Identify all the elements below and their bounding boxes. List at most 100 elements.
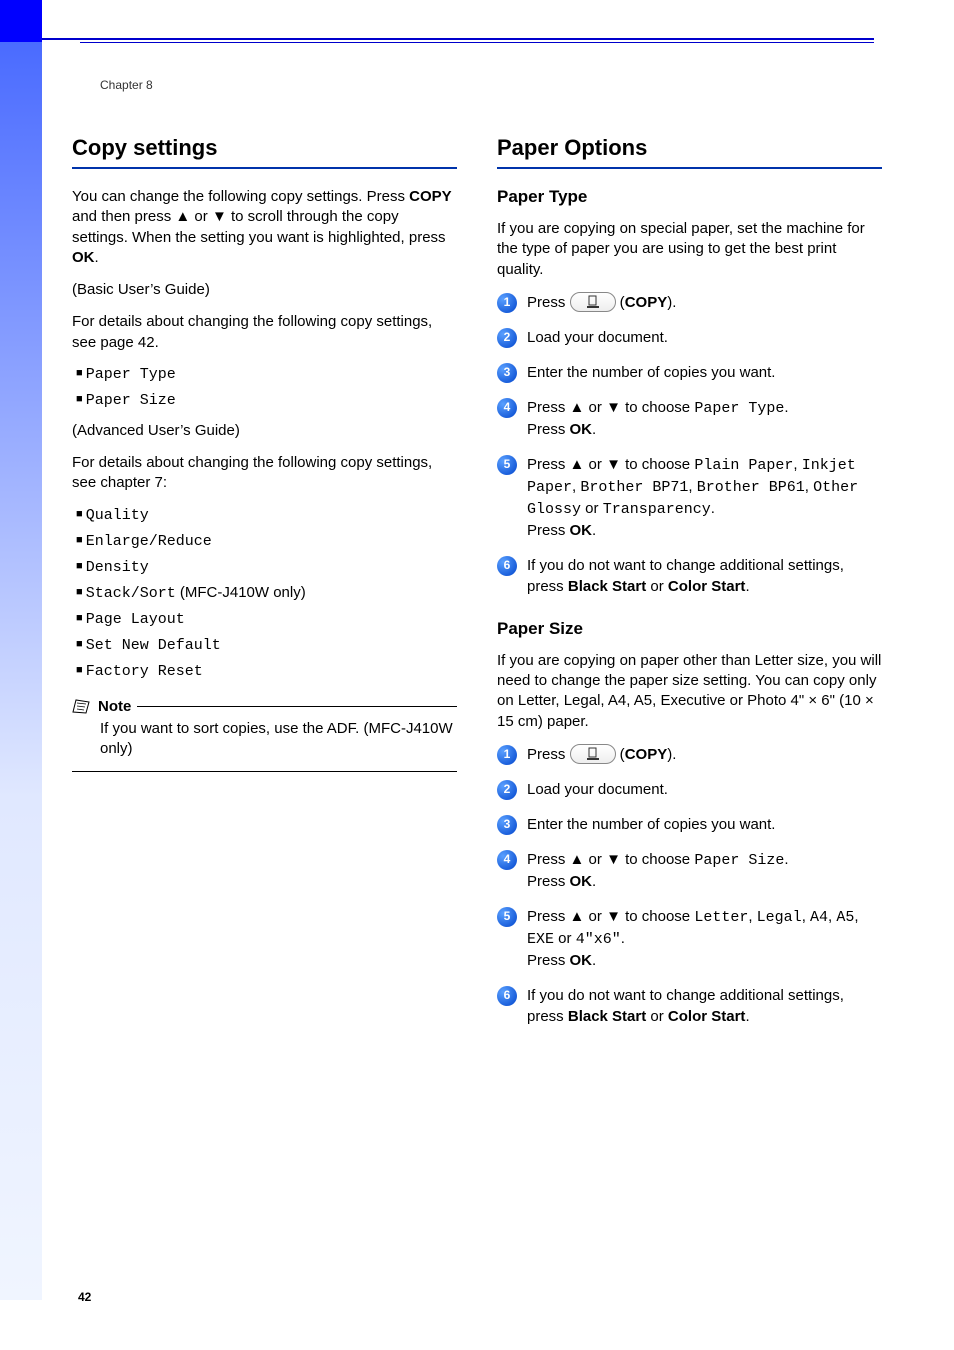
step-text: Load your document. [527, 327, 882, 348]
step-6: 6 If you do not want to change additiona… [497, 555, 882, 597]
bold: COPY [625, 746, 668, 763]
code: Transparency [603, 501, 711, 518]
code: A5 [836, 909, 854, 926]
text: . [621, 930, 625, 947]
text: . [95, 249, 99, 266]
copy-bold: COPY [409, 188, 452, 205]
bold: OK [570, 873, 593, 890]
list-item: Paper Type [76, 365, 457, 383]
code: EXE [527, 931, 554, 948]
code: Paper Size [86, 392, 176, 409]
code: Paper Type [694, 400, 784, 417]
step-number-icon: 5 [497, 455, 517, 475]
text: Press [527, 399, 570, 416]
basic-guide-label: (Basic User’s Guide) [72, 280, 457, 300]
down-arrow-icon: ▼ [606, 456, 621, 473]
step-text: Press ▲ or ▼ to choose Plain Paper, Inkj… [527, 454, 882, 541]
text: or [646, 1008, 668, 1025]
text: to choose [621, 908, 694, 925]
note-bottom-rule [72, 771, 457, 772]
text: . [592, 522, 596, 539]
side-gradient [0, 42, 42, 1300]
note-rule [137, 706, 457, 707]
text: , [854, 908, 858, 925]
step-text: Enter the number of copies you want. [527, 362, 882, 383]
list-item: Factory Reset [76, 662, 457, 680]
copy-button-icon [570, 292, 616, 312]
list-item: Paper Size [76, 391, 457, 409]
code: Density [86, 559, 149, 576]
text: . [592, 421, 596, 438]
text: ( [616, 294, 625, 311]
paper-type-intro: If you are copying on special paper, set… [497, 219, 882, 280]
step-1: 1 Press (COPY). [497, 744, 882, 765]
text: Press [527, 873, 570, 890]
text: or [584, 851, 606, 868]
list-item: Density [76, 558, 457, 576]
text: . [745, 578, 749, 595]
top-rule-inner [80, 42, 874, 43]
content-area: Copy settings You can change the followi… [72, 135, 882, 1041]
step-number-icon: 4 [497, 850, 517, 870]
list-item: Set New Default [76, 636, 457, 654]
bold: Black Start [568, 1008, 646, 1025]
step-text: If you do not want to change additional … [527, 985, 882, 1027]
up-arrow-icon: ▲ [570, 851, 585, 868]
text: , [688, 478, 696, 495]
up-arrow-icon: ▲ [175, 208, 190, 225]
step-2: 2 Load your document. [497, 327, 882, 348]
step-text: If you do not want to change additional … [527, 555, 882, 597]
text: . [784, 851, 788, 868]
step-1: 1 Press (COPY). [497, 292, 882, 313]
list-item: Stack/Sort (MFC-J410W only) [76, 584, 457, 602]
code: Brother BP61 [697, 479, 805, 496]
step-number-icon: 4 [497, 398, 517, 418]
bold: COPY [625, 294, 668, 311]
text: Press [527, 456, 570, 473]
step-text: Press ▲ or ▼ to choose Paper Type. Press… [527, 397, 882, 440]
code: Page Layout [86, 611, 185, 628]
step-number-icon: 3 [497, 363, 517, 383]
left-column: Copy settings You can change the followi… [72, 135, 457, 1041]
code: Paper Type [86, 366, 176, 383]
text: or [646, 578, 668, 595]
paper-size-intro: If you are copying on paper other than L… [497, 651, 882, 732]
text: Press [527, 294, 570, 311]
text: or [581, 500, 603, 517]
text: , [748, 908, 756, 925]
step-number-icon: 3 [497, 815, 517, 835]
step-text: Press (COPY). [527, 744, 882, 765]
code: A4 [810, 909, 828, 926]
code: Factory Reset [86, 663, 203, 680]
text: , [802, 908, 810, 925]
paper-size-subheading: Paper Size [497, 619, 882, 639]
code: Paper Size [694, 852, 784, 869]
text: Press [527, 522, 570, 539]
bold: Color Start [668, 578, 746, 595]
text: to choose [621, 851, 694, 868]
code: Brother BP71 [580, 479, 688, 496]
note-header: Note [72, 698, 457, 715]
down-arrow-icon: ▼ [606, 399, 621, 416]
text: Press [527, 421, 570, 438]
top-rule [42, 38, 874, 40]
step-text: Enter the number of copies you want. [527, 814, 882, 835]
up-arrow-icon: ▲ [570, 456, 585, 473]
text: . [592, 952, 596, 969]
bold: Black Start [568, 578, 646, 595]
basic-guide-detail: For details about changing the following… [72, 312, 457, 353]
adv-guide-detail: For details about changing the following… [72, 453, 457, 494]
text: to choose [621, 399, 694, 416]
text: to choose [621, 456, 694, 473]
text: , [805, 478, 813, 495]
up-arrow-icon: ▲ [570, 908, 585, 925]
bold: OK [570, 952, 593, 969]
step-4: 4 Press ▲ or ▼ to choose Paper Size. Pre… [497, 849, 882, 892]
text: or [554, 930, 576, 947]
code: Quality [86, 507, 149, 524]
copy-settings-intro: You can change the following copy settin… [72, 187, 457, 268]
text: Press [527, 952, 570, 969]
down-arrow-icon: ▼ [606, 851, 621, 868]
paper-type-subheading: Paper Type [497, 187, 882, 207]
step-text: Press ▲ or ▼ to choose Paper Size. Press… [527, 849, 882, 892]
